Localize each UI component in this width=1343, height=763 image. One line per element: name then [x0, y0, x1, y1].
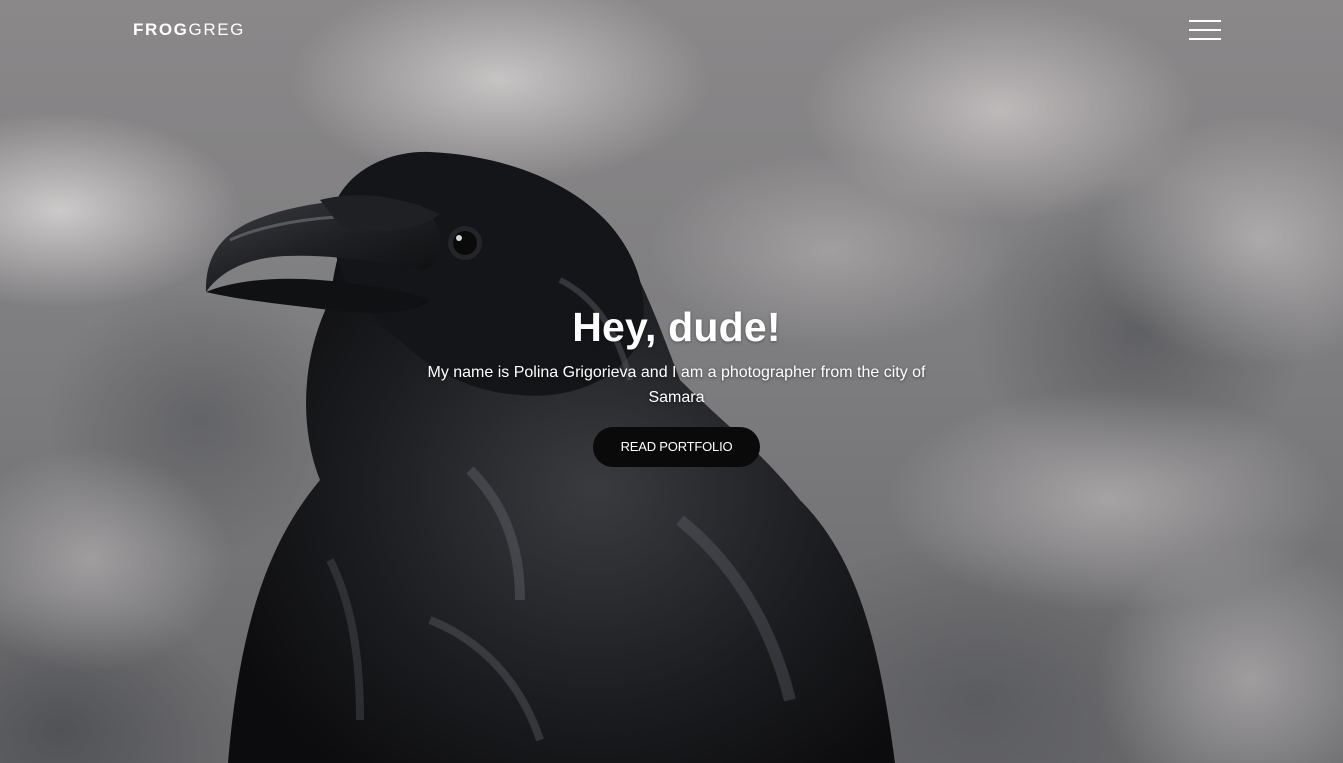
hero-section: Hey, dude! My name is Polina Grigorieva … [0, 300, 1343, 467]
site-logo[interactable]: FROGGREG [133, 20, 245, 40]
hamburger-menu-icon[interactable] [1189, 19, 1221, 41]
menu-line-top [1189, 20, 1221, 22]
logo-light-text: GREG [188, 20, 245, 39]
hero-description: My name is Polina Grigorieva and I am a … [427, 364, 926, 406]
read-portfolio-button[interactable]: READ PORTFOLIO [592, 427, 761, 467]
landing-page: FROGGREG Hey, dude! My name is Polina Gr… [0, 0, 1343, 763]
menu-line-middle [1189, 29, 1221, 31]
hero-title: Hey, dude! [572, 304, 781, 350]
menu-line-bottom [1189, 38, 1221, 40]
logo-bold-text: FROG [133, 20, 189, 39]
